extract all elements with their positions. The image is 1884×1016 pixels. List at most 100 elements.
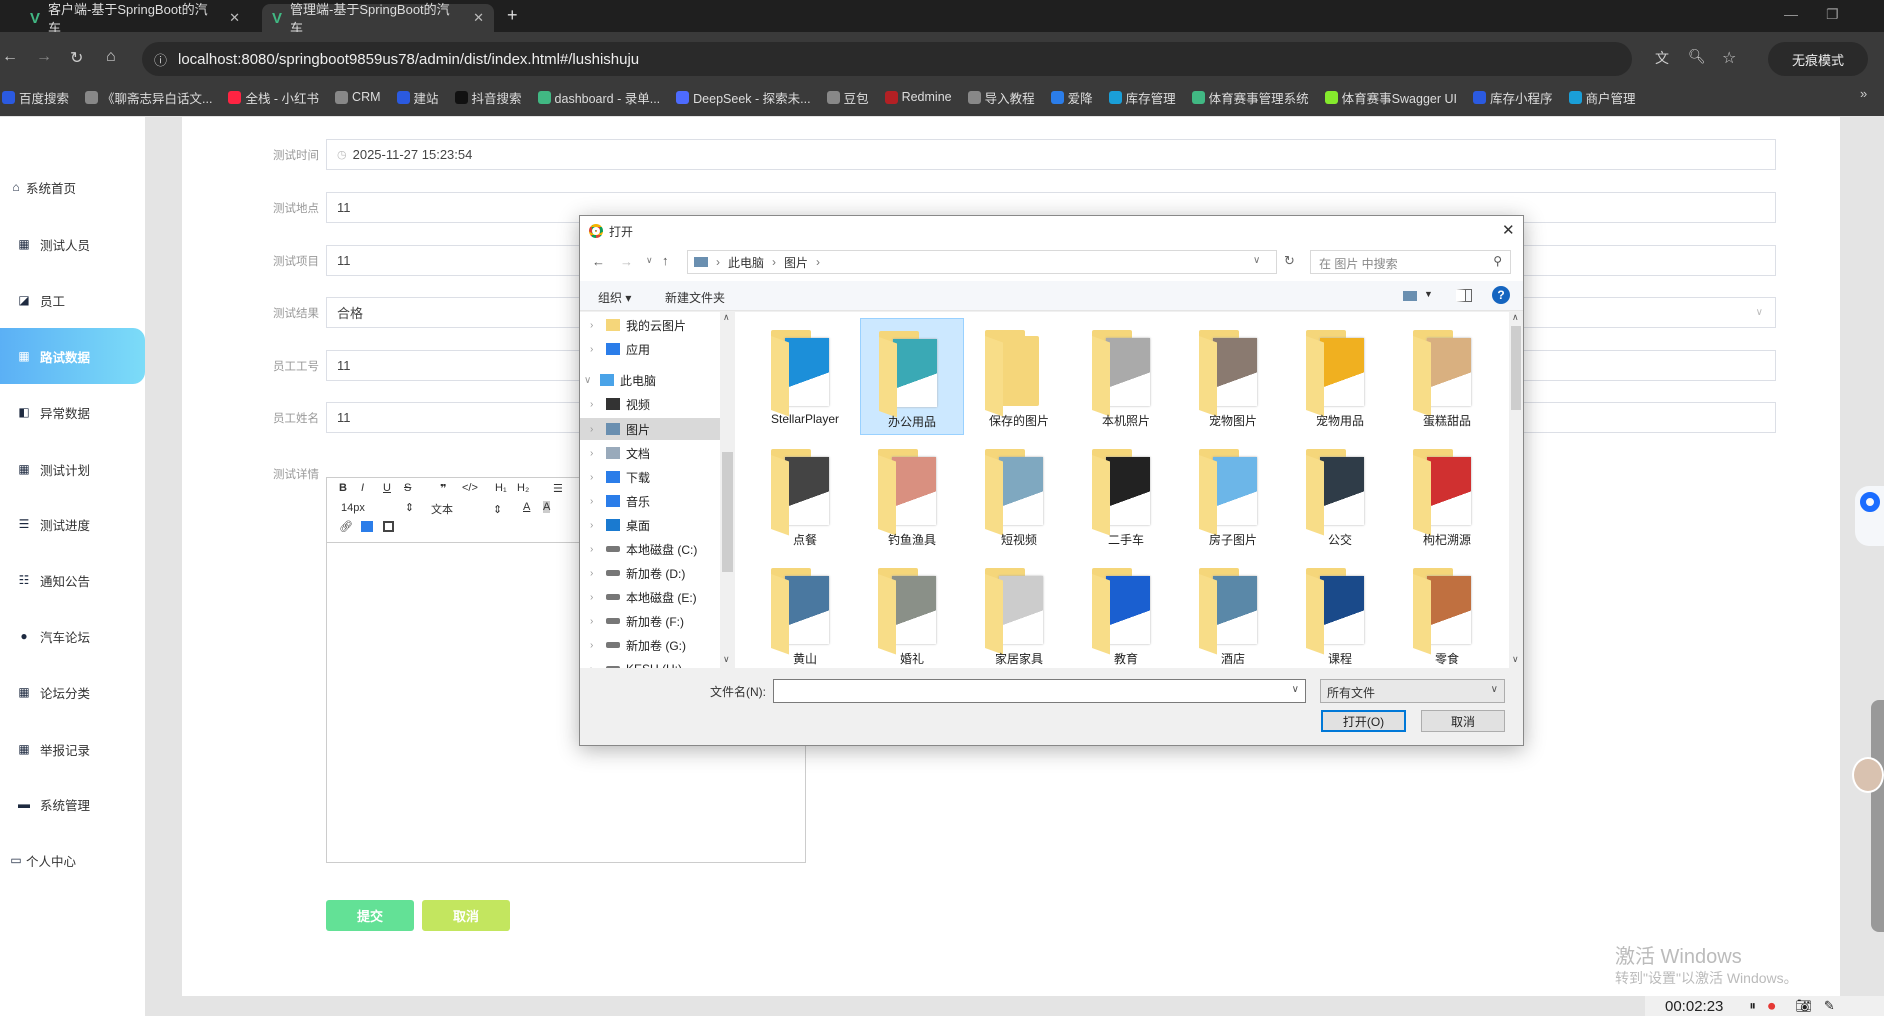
close-tab-icon[interactable]: ✕	[229, 10, 240, 26]
folder-item[interactable]: 课程	[1288, 556, 1392, 668]
tree-item[interactable]: › 新加卷 (D:)	[590, 562, 718, 584]
filename-input[interactable]: ∨	[773, 679, 1306, 703]
h2-button[interactable]: H₂	[517, 482, 529, 494]
tree-item[interactable]: ∨ 此电脑	[584, 369, 712, 391]
folder-item[interactable]: StellarPlayer	[753, 318, 857, 435]
side-widget[interactable]	[1871, 700, 1884, 932]
font-size-select[interactable]: 14px ⇕	[341, 501, 414, 514]
chevron-right-icon[interactable]: ›	[590, 568, 606, 579]
open-button[interactable]: 打开(O)	[1321, 710, 1406, 732]
folder-item[interactable]: 婚礼	[860, 556, 964, 668]
folder-item[interactable]: 宠物用品	[1288, 318, 1392, 435]
bold-button[interactable]: B	[339, 482, 347, 494]
folder-item[interactable]: 钓鱼渔具	[860, 437, 964, 554]
breadcrumb-pictures[interactable]: 图片	[784, 254, 808, 271]
pen-icon[interactable]: ✎	[1824, 998, 1835, 1014]
file-type-select[interactable]: 所有文件 ∨	[1320, 679, 1505, 703]
tree-item[interactable]: › 本地磁盘 (C:)	[590, 538, 718, 560]
camera-icon[interactable]: 📷︎	[1795, 998, 1812, 1014]
chevron-right-icon[interactable]: ›	[590, 592, 606, 603]
italic-button[interactable]: I	[361, 482, 364, 494]
new-tab-button[interactable]: +	[507, 5, 518, 26]
sidebar-item[interactable]: ◪ 员工	[0, 283, 145, 317]
restore-button[interactable]: ❐	[1826, 6, 1839, 23]
bookmark-item[interactable]: 体育赛事Swagger UI	[1324, 88, 1457, 107]
path-dropdown-icon[interactable]: ∨	[1253, 255, 1260, 266]
nav-scrollbar[interactable]: ∧ ∨	[720, 312, 735, 668]
chevron-right-icon[interactable]: ›	[590, 472, 606, 483]
back-icon[interactable]: ←	[592, 254, 605, 269]
bookmark-star-icon[interactable]: ☆	[1722, 48, 1736, 68]
translate-icon[interactable]: 文	[1655, 48, 1669, 68]
folder-item[interactable]: 公交	[1288, 437, 1392, 554]
grid-scrollbar-thumb[interactable]	[1511, 326, 1521, 410]
bookmark-item[interactable]: Redmine	[884, 90, 952, 104]
bookmark-item[interactable]: 爱降	[1050, 88, 1093, 107]
forward-icon[interactable]: →	[36, 48, 52, 66]
bookmark-item[interactable]: 库存管理	[1108, 88, 1176, 107]
tree-item[interactable]: › 文档	[590, 442, 718, 464]
breadcrumb-this-pc[interactable]: 此电脑	[728, 254, 764, 271]
sidebar-item[interactable]: ▦ 路试数据	[0, 328, 145, 384]
zoom-icon[interactable]: 🔍︎	[1688, 48, 1706, 65]
h1-button[interactable]: H₁	[495, 482, 507, 494]
incognito-badge[interactable]: 无痕模式	[1768, 42, 1868, 76]
chevron-right-icon[interactable]: ›	[590, 424, 606, 435]
close-icon[interactable]: ✕	[1502, 221, 1515, 239]
up-icon[interactable]: ↑	[662, 253, 669, 268]
chevron-right-icon[interactable]: ›	[590, 640, 606, 651]
minimize-button[interactable]: —	[1784, 6, 1798, 22]
folder-item[interactable]: 家居家具	[967, 556, 1071, 668]
folder-item[interactable]: 教育	[1074, 556, 1178, 668]
tree-item[interactable]: › 新加卷 (F:)	[590, 610, 718, 632]
nav-scrollbar-thumb[interactable]	[722, 452, 733, 572]
image-icon[interactable]	[361, 521, 373, 532]
bookmark-item[interactable]: 豆包	[826, 88, 869, 107]
chevron-down-icon[interactable]: ∨	[1756, 307, 1763, 318]
folder-item[interactable]: 酒店	[1181, 556, 1285, 668]
recent-chevron-icon[interactable]: ∨	[646, 255, 653, 266]
site-info-icon[interactable]: ⓘ	[154, 50, 167, 69]
folder-item[interactable]: 枸杞溯源	[1395, 437, 1499, 554]
tree-item[interactable]: ›KESU (H:)	[590, 658, 718, 668]
folder-item[interactable]: 本机照片	[1074, 318, 1178, 435]
tab-client[interactable]: V 客户端-基于SpringBoot的汽车 ✕	[20, 2, 250, 36]
url-input[interactable]: ⓘ localhost:8080/springboot9859us78/admin…	[142, 42, 1632, 76]
folder-item[interactable]: 宠物图片	[1181, 318, 1285, 435]
tree-item[interactable]: › 本地磁盘 (E:)	[590, 586, 718, 608]
tree-item[interactable]: › 桌面	[590, 514, 718, 536]
help-icon[interactable]: ?	[1492, 286, 1510, 304]
submit-button[interactable]: 提交	[326, 900, 414, 931]
bookmark-item[interactable]: 《聊斋志异白话文...	[85, 88, 212, 107]
chevron-right-icon[interactable]: ›	[590, 399, 606, 410]
field-input[interactable]: ◷ 2025-11-27 15:23:54	[326, 139, 1776, 170]
chevron-down-icon[interactable]: ∨	[1292, 684, 1299, 695]
chevron-right-icon[interactable]: ›	[590, 616, 606, 627]
bookmark-item[interactable]: 库存小程序	[1472, 88, 1553, 107]
sidebar-item[interactable]: ▦ 论坛分类	[0, 675, 145, 709]
folder-item[interactable]: 办公用品	[860, 318, 964, 435]
back-icon[interactable]: ←	[2, 48, 18, 66]
chevron-right-icon[interactable]: ›	[590, 544, 606, 555]
sidebar-item[interactable]: ⌂ 系统首页	[0, 170, 145, 204]
chevron-right-icon[interactable]: ›	[590, 664, 606, 669]
bookmark-item[interactable]: DeepSeek - 探索未...	[676, 88, 811, 107]
bookmark-item[interactable]: 体育赛事管理系统	[1191, 88, 1309, 107]
sidebar-item[interactable]: ▦ 测试人员	[0, 227, 145, 261]
code-button[interactable]: </>	[462, 482, 478, 494]
folder-item[interactable]: 蛋糕甜品	[1395, 318, 1499, 435]
sidebar-item[interactable]: ☰ 测试进度	[0, 507, 145, 541]
pause-icon[interactable]: ⏸	[1749, 998, 1756, 1014]
cancel-button[interactable]: 取消	[422, 900, 510, 931]
video-icon[interactable]	[383, 521, 394, 532]
bookmark-item[interactable]: 商户管理	[1568, 88, 1636, 107]
floating-assistant[interactable]	[1855, 486, 1884, 546]
chevron-right-icon[interactable]: ›	[590, 520, 606, 531]
tab-admin[interactable]: V 管理端-基于SpringBoot的汽车 ✕	[262, 2, 494, 36]
view-dropdown-icon[interactable]: ▼	[1424, 289, 1433, 299]
forward-icon[interactable]: →	[620, 254, 633, 269]
underline-button[interactable]: U	[383, 482, 391, 494]
reload-icon[interactable]: ↻	[70, 48, 83, 68]
home-icon[interactable]: ⌂	[106, 48, 116, 66]
avatar[interactable]	[1852, 757, 1884, 793]
